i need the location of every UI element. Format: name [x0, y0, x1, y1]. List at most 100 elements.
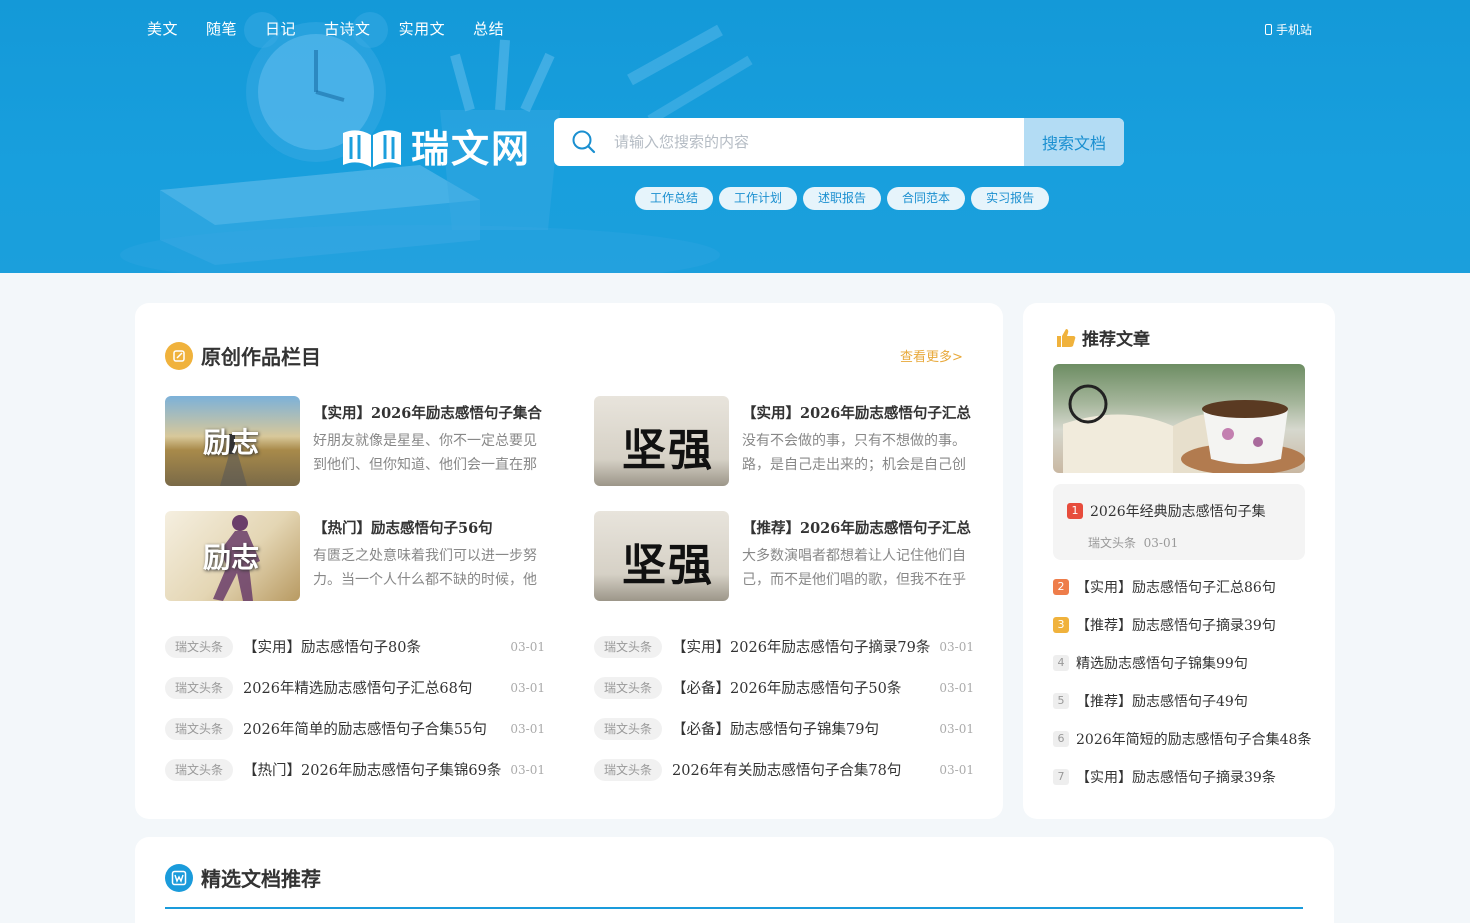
list-item[interactable]: 3 【推荐】励志感悟句子摘录39句: [1053, 606, 1313, 644]
list-item[interactable]: 6 2026年简短的励志感悟句子合集48条: [1053, 720, 1313, 758]
article-excerpt: 有匮乏之处意味着我们可以进一步努力。当一个人什么都不缺的时候，他: [313, 548, 537, 588]
article-list-left: 瑞文头条 【实用】励志感悟句子80条 03-01 瑞文头条 2026年精选励志感悟句子…: [165, 626, 545, 790]
top-nav: 美文 随笔 日记 古诗文 实用文 总结: [147, 18, 532, 39]
recommend-list: 2 【实用】励志感悟句子汇总86句 3 【推荐】励志感悟句子摘录39句 4 精选励志感…: [1053, 568, 1313, 796]
original-works-section: 原创作品栏目 查看更多> 励志 【实用】2026年励志感悟句子集合 好朋友就像是…: [135, 303, 1003, 819]
selected-docs-title: 精选文档推荐: [201, 867, 321, 891]
nav-item-zongjie[interactable]: 总结: [473, 18, 504, 39]
recommend-cover-image[interactable]: [1053, 364, 1305, 473]
source-badge: 瑞文头条: [594, 635, 663, 658]
list-item-date: 03-01: [939, 721, 974, 736]
article-title: 【实用】2026年励志感悟句子集合: [313, 405, 542, 422]
list-item-title: 精选励志感悟句子锦集99句: [1076, 656, 1248, 672]
mobile-site-label: 手机站: [1276, 23, 1313, 37]
list-item-title: 【实用】励志感悟句子摘录39条: [1076, 770, 1276, 786]
original-works-title: 原创作品栏目: [201, 345, 321, 369]
recommend-header: 推荐文章: [1055, 325, 1150, 350]
list-item-date: 03-01: [510, 762, 545, 777]
section-divider: [165, 907, 1303, 909]
list-item[interactable]: 5 【推荐】励志感悟句子49句: [1053, 682, 1313, 720]
list-item[interactable]: 2 【实用】励志感悟句子汇总86句: [1053, 568, 1313, 606]
hero-banner: 美文 随笔 日记 古诗文 实用文 总结 手机站 瑞文网 搜索文档 工作总结 工作…: [0, 0, 1470, 273]
list-item[interactable]: 4 精选励志感悟句子锦集99句: [1053, 644, 1313, 682]
rank-number: 3: [1053, 617, 1069, 633]
nav-item-suibi[interactable]: 随笔: [206, 18, 237, 39]
tag-gongzuojihua[interactable]: 工作计划: [719, 187, 798, 210]
source-badge: 瑞文头条: [165, 758, 234, 781]
featured-article[interactable]: 坚强 【推荐】2026年励志感悟句子汇总 大多数演唱者都想着让人记住他们自己，而…: [594, 511, 974, 601]
list-item-date: 03-01: [939, 762, 974, 777]
featured-article[interactable]: 坚强 【实用】2026年励志感悟句子汇总 没有不会做的事，只有不想做的事。路，是…: [594, 396, 974, 486]
edit-icon: [165, 341, 193, 370]
article-thumbnail: 励志: [165, 396, 300, 486]
article-excerpt: 没有不会做的事，只有不想做的事。路，是自己走出来的；机会是自己创: [742, 433, 966, 473]
thumbnail-caption: 坚强: [622, 425, 714, 476]
tag-hetongfanben[interactable]: 合同范本: [887, 187, 966, 210]
list-item[interactable]: 瑞文头条 【热门】2026年励志感悟句子集锦69条 03-01: [165, 749, 545, 790]
featured-article[interactable]: 励志 【实用】2026年励志感悟句子集合 好朋友就像是星星、你不一定总要见到他们…: [165, 396, 545, 486]
source-badge: 瑞文头条: [594, 676, 663, 699]
logo-text: 瑞文网: [411, 127, 532, 171]
site-logo[interactable]: 瑞文网: [339, 118, 531, 173]
list-item[interactable]: 瑞文头条 【必备】2026年励志感悟句子50条 03-01: [594, 667, 974, 708]
list-item-title: 【推荐】励志感悟句子49句: [1076, 694, 1248, 710]
featured-article[interactable]: 励志 【热门】励志感悟句子56句 有匮乏之处意味着我们可以进一步努力。当一个人什…: [165, 511, 545, 601]
article-thumbnail: 坚强: [594, 511, 729, 601]
list-item-title: 【实用】励志感悟句子80条: [243, 640, 421, 656]
list-item[interactable]: 瑞文头条 2026年精选励志感悟句子汇总68句 03-01: [165, 667, 545, 708]
original-works-header: 原创作品栏目: [165, 341, 321, 370]
list-item[interactable]: 瑞文头条 2026年简单的励志感悟句子合集55句 03-01: [165, 708, 545, 749]
search-icon: [554, 118, 614, 166]
article-excerpt: 大多数演唱者都想着让人记住他们自己，而不是他们唱的歌，但我不在乎: [742, 548, 966, 588]
rank-number: 6: [1053, 731, 1069, 747]
list-item[interactable]: 瑞文头条 【实用】2026年励志感悟句子摘录79条 03-01: [594, 626, 974, 667]
list-item-title: 【推荐】励志感悟句子摘录39句: [1076, 618, 1276, 634]
nav-item-gushiwen[interactable]: 古诗文: [324, 18, 371, 39]
rank-number: 2: [1053, 579, 1069, 595]
thumbnail-caption: 励志: [203, 426, 260, 459]
selected-docs-section: 精选文档推荐: [135, 837, 1334, 923]
source-badge: 瑞文头条: [165, 717, 234, 740]
list-item-title: 【必备】励志感悟句子锦集79句: [672, 722, 879, 738]
article-title: 【推荐】2026年励志感悟句子汇总: [742, 520, 971, 537]
thumbnail-caption: 坚强: [622, 540, 714, 591]
book-logo-icon: [343, 129, 401, 167]
source-badge: 瑞文头条: [594, 717, 663, 740]
search-input[interactable]: [614, 118, 1024, 166]
hot-tags: 工作总结 工作计划 述职报告 合同范本 实习报告: [635, 187, 1050, 210]
recommend-title: 推荐文章: [1082, 330, 1150, 350]
source-badge: 瑞文头条: [594, 758, 663, 781]
recommend-section: 推荐文章 1 2026年经典励志感悟句子集 瑞文头条 03-01 2 【实用】励志感…: [1023, 303, 1335, 819]
phone-icon: [1265, 24, 1272, 35]
nav-item-riji[interactable]: 日记: [265, 18, 296, 39]
list-item-date: 03-01: [510, 680, 545, 695]
list-item-title: 【实用】励志感悟句子汇总86句: [1076, 580, 1276, 596]
nav-item-meiwen[interactable]: 美文: [147, 18, 178, 39]
list-item[interactable]: 7 【实用】励志感悟句子摘录39条: [1053, 758, 1313, 796]
list-item-title: 2026年简短的励志感悟句子合集48条: [1076, 732, 1312, 748]
list-item-date: 03-01: [510, 639, 545, 654]
view-more-link[interactable]: 查看更多>: [900, 346, 963, 365]
rank-number: 4: [1053, 655, 1069, 671]
selected-docs-header: 精选文档推荐: [165, 863, 321, 892]
list-item[interactable]: 瑞文头条 【实用】励志感悟句子80条 03-01: [165, 626, 545, 667]
tag-shuzhibaogao[interactable]: 述职报告: [803, 187, 882, 210]
list-item-date: 03-01: [939, 639, 974, 654]
rank-number: 1: [1067, 503, 1083, 519]
source-badge: 瑞文头条: [165, 676, 234, 699]
tag-shixibaogao[interactable]: 实习报告: [971, 187, 1050, 210]
article-excerpt: 好朋友就像是星星、你不一定总要见到他们、但你知道、他们会一直在那: [313, 433, 537, 473]
mobile-site-link[interactable]: 手机站: [1265, 21, 1312, 38]
rank-number: 5: [1053, 693, 1069, 709]
list-item-title: 【实用】2026年励志感悟句子摘录79条: [672, 640, 931, 656]
article-title: 【热门】励志感悟句子56句: [313, 520, 493, 537]
thumbs-up-icon: [1057, 328, 1076, 347]
article-title: 【实用】2026年励志感悟句子汇总: [742, 405, 971, 422]
list-item[interactable]: 瑞文头条 【必备】励志感悟句子锦集79句 03-01: [594, 708, 974, 749]
tag-gongzuozongjie[interactable]: 工作总结: [635, 187, 714, 210]
nav-item-shiyongwen[interactable]: 实用文: [399, 18, 446, 39]
search-button[interactable]: 搜索文档: [1024, 118, 1124, 166]
list-item[interactable]: 瑞文头条 2026年有关励志感悟句子合集78句 03-01: [594, 749, 974, 790]
list-item-title: 【必备】2026年励志感悟句子50条: [672, 681, 902, 697]
recommend-highlight-item[interactable]: 1 2026年经典励志感悟句子集 瑞文头条 03-01: [1053, 484, 1305, 560]
